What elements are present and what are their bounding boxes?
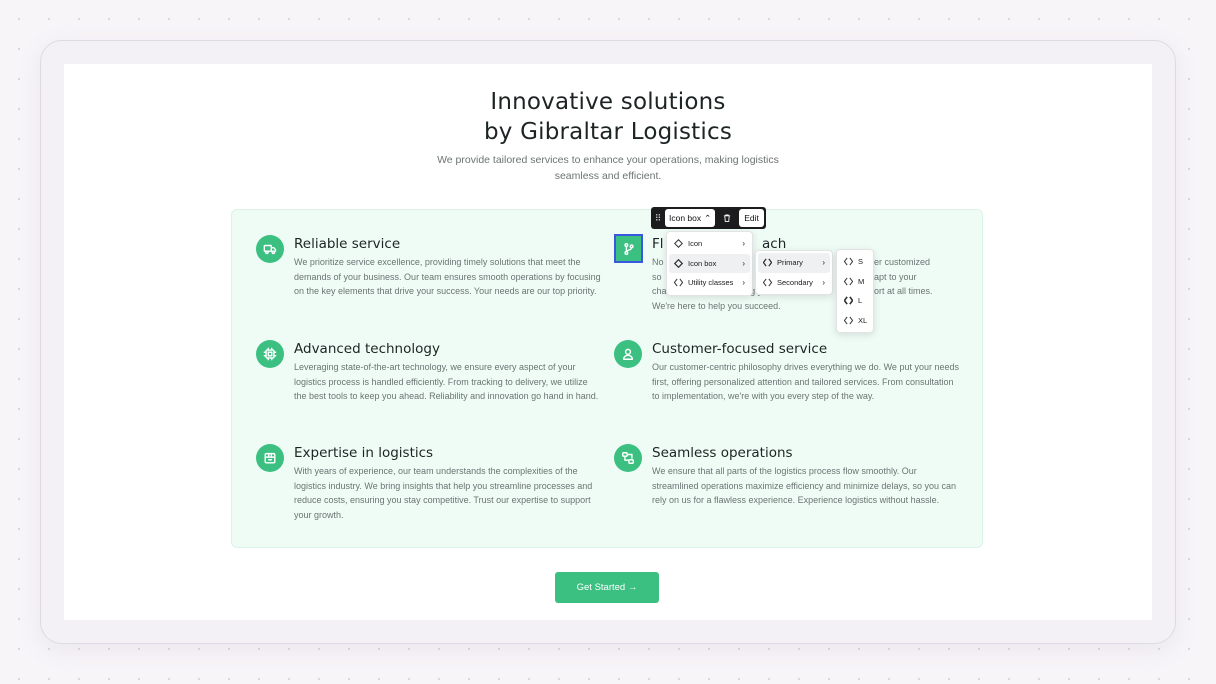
menu-item-label: Secondary (777, 277, 813, 287)
truck-icon (256, 235, 284, 263)
feature-description-line-3-end: ort at all times. (874, 286, 933, 297)
menu-item-label: Icon (688, 239, 703, 249)
menu-item-size-m[interactable]: M (839, 272, 871, 292)
feature-title: Expertise in logistics (294, 445, 434, 461)
page-subtitle-line-1: We provide tailored services to enhance … (437, 154, 779, 166)
diamond-double-icon (674, 278, 683, 287)
page-subtitle-line-2: seamless and efficient. (554, 170, 662, 182)
page-title: Innovative solutions by Gibraltar Logist… (0, 87, 1216, 147)
edit-button[interactable]: Edit (739, 209, 764, 227)
size-menu: S M L XL (836, 249, 874, 333)
feature-title: Customer-focused service (652, 341, 828, 357)
menu-item-icon-box[interactable]: Icon box › (669, 253, 750, 273)
feature-title: Advanced technology (294, 341, 440, 357)
feature-description: Leveraging state-of-the-art technology, … (294, 362, 599, 402)
diamond-double-icon (763, 278, 772, 287)
feature-description-line-1-end: er customized (874, 257, 931, 267)
diamond-double-icon (844, 277, 853, 286)
variant-menu: Primary › Secondary › (755, 250, 833, 295)
menu-item-utility-classes[interactable]: Utility classes › (669, 273, 750, 293)
feature-description: Our customer-centric philosophy drives e… (652, 362, 959, 402)
feature-description: We prioritize service excellence, provid… (294, 257, 601, 297)
menu-item-label: S (858, 257, 864, 267)
menu-item-size-xl[interactable]: XL (839, 311, 871, 331)
menu-item-secondary[interactable]: Secondary › (758, 273, 830, 293)
menu-item-label: Icon box (688, 258, 717, 268)
page-title-line-2: by Gibraltar Logistics (483, 119, 733, 145)
menu-item-icon[interactable]: Icon › (669, 234, 750, 254)
diamond-icon (674, 258, 683, 268)
page-subtitle: We provide tailored services to enhance … (408, 152, 808, 184)
chevron-right-icon: › (742, 258, 745, 268)
feature-description: With years of experience, our team under… (294, 466, 593, 520)
chevron-right-icon: › (742, 278, 745, 288)
diamond-double-icon (844, 257, 853, 266)
menu-item-label: L (858, 296, 863, 306)
user-icon (614, 340, 642, 368)
package-icon (256, 444, 284, 472)
menu-item-label: XL (858, 315, 868, 325)
drag-handle-icon[interactable]: ⠿ (653, 209, 663, 227)
feature-title: Seamless operations (652, 445, 793, 461)
feature-title: Reliable service (294, 236, 401, 252)
chevron-up-down-icon: ⌃ (704, 212, 712, 223)
component-select-value: Icon box (669, 213, 702, 223)
menu-item-label: Primary (777, 258, 803, 268)
component-select[interactable]: Icon box ⌃ (665, 209, 716, 227)
git-branch-icon[interactable] (614, 234, 643, 263)
feature-description-line-4: We're here to help you succeed. (652, 300, 781, 311)
diamond-double-icon (844, 296, 853, 305)
get-started-button[interactable]: Get Started → (555, 572, 659, 603)
menu-item-label: Utility classes (688, 278, 734, 288)
menu-item-size-l[interactable]: L (839, 291, 871, 311)
menu-item-size-s[interactable]: S (839, 252, 871, 272)
chevron-right-icon: › (742, 239, 745, 249)
diamond-double-icon (763, 258, 772, 267)
chevron-right-icon: › (822, 277, 825, 287)
menu-item-primary[interactable]: Primary › (758, 253, 830, 273)
diamond-icon (674, 239, 683, 249)
page-title-line-1: Innovative solutions (490, 89, 726, 115)
component-menu: Icon › Icon box › Utility classes › (666, 231, 753, 296)
feature-description-line-2-end: apt to your (874, 271, 917, 282)
diamond-double-icon (844, 316, 853, 325)
menu-item-label: M (858, 276, 865, 286)
feature-title-visible-start: Fl (652, 236, 664, 252)
chip-icon (256, 340, 284, 368)
chevron-right-icon: › (822, 258, 825, 268)
element-toolbar: ⠿ Icon box ⌃ Edit (651, 207, 766, 229)
workflow-icon (614, 444, 642, 472)
trash-icon[interactable] (717, 209, 738, 227)
feature-description: We ensure that all parts of the logistic… (652, 466, 956, 506)
